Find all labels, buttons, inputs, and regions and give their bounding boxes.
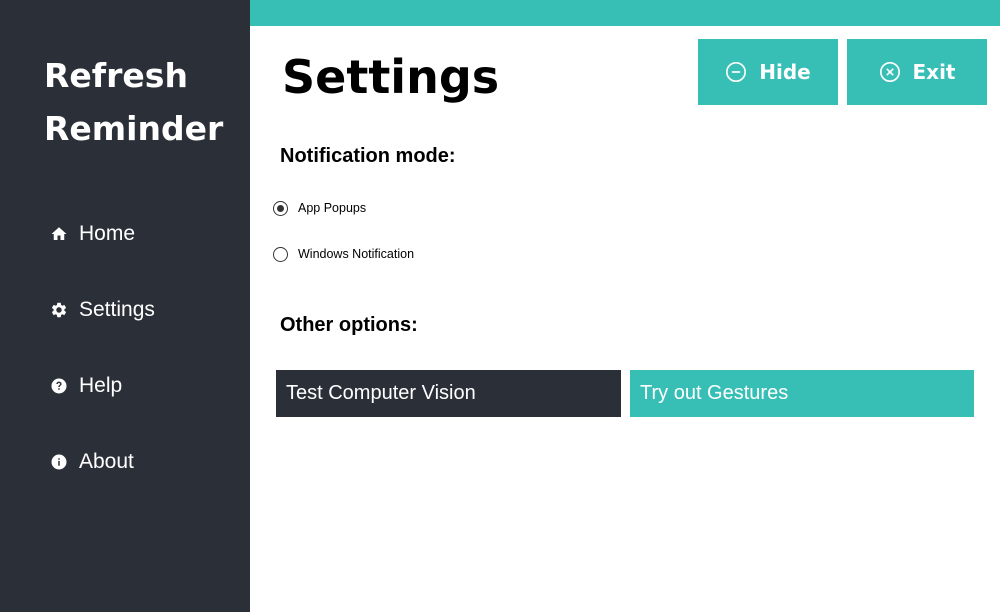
app-title-line1: Refresh — [44, 56, 188, 95]
radio-dot — [277, 204, 284, 212]
close-circle-icon — [879, 61, 901, 83]
sidebar-item-label: Home — [79, 222, 136, 245]
radio-label: App Popups — [298, 201, 367, 215]
radio-windows-notification[interactable]: Windows Notification — [273, 244, 414, 264]
app-title: Refresh Reminder — [44, 49, 223, 155]
exit-button[interactable]: Exit — [847, 39, 987, 105]
sidebar-item-settings[interactable]: Settings — [50, 295, 155, 325]
sidebar-item-label: Settings — [79, 298, 155, 321]
exit-button-label: Exit — [912, 60, 956, 84]
hide-button[interactable]: Hide — [698, 39, 838, 105]
radio-button[interactable] — [273, 246, 288, 262]
sidebar-item-about[interactable]: About — [50, 447, 134, 477]
home-icon — [50, 225, 68, 243]
radio-label: Windows Notification — [298, 247, 415, 261]
test-computer-vision-button[interactable]: Test Computer Vision — [276, 370, 621, 417]
page-title: Settings — [282, 50, 500, 104]
minus-circle-icon — [725, 61, 747, 83]
help-icon — [50, 377, 68, 395]
sidebar-item-help[interactable]: Help — [50, 371, 122, 401]
try-gestures-button[interactable]: Try out Gestures — [630, 370, 974, 417]
radio-app-popups[interactable]: App Popups — [273, 198, 366, 218]
hide-button-label: Hide — [759, 60, 811, 84]
notification-mode-heading: Notification mode: — [280, 145, 456, 167]
sidebar-item-label: Help — [79, 374, 123, 397]
info-icon — [50, 453, 68, 471]
sidebar: Refresh Reminder Home Settings Help Abou… — [0, 0, 250, 612]
top-accent-bar — [250, 0, 1000, 26]
app-title-line2: Reminder — [44, 109, 224, 148]
sidebar-item-label: About — [79, 450, 134, 473]
gear-icon — [50, 301, 68, 319]
sidebar-item-home[interactable]: Home — [50, 219, 135, 249]
radio-button-selected[interactable] — [273, 200, 288, 216]
other-options-heading: Other options: — [280, 314, 418, 336]
